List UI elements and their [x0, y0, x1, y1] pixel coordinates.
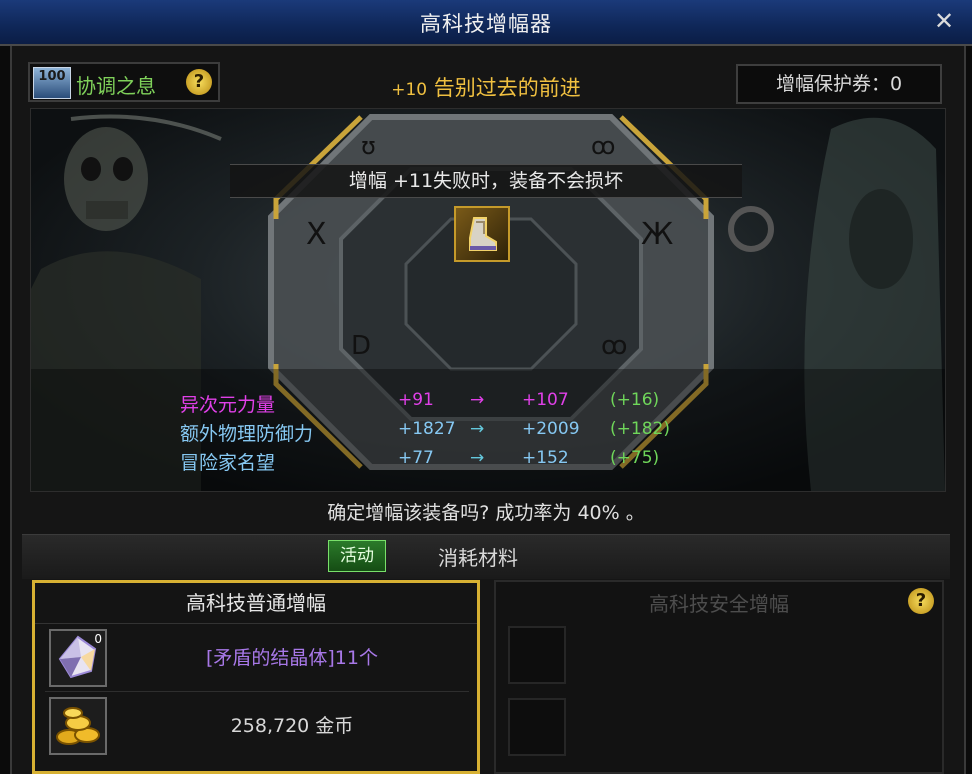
svg-text:ʊ: ʊ — [361, 132, 376, 160]
item-name: 告别过去的前进 — [433, 76, 581, 100]
protection-voucher-count: 增幅保护券：0 — [736, 64, 942, 104]
stat-row-fame: 冒险家名望 +77 → +152 (+75) — [180, 448, 700, 476]
safe-amplify-panel[interactable]: 高科技安全增幅 ? — [494, 580, 944, 774]
normal-amplify-panel[interactable]: 高科技普通增幅 0 [矛盾的结晶体]11个 258,720 金币 — [32, 580, 480, 774]
gold-coins-icon — [49, 697, 107, 755]
stat-from: +77 — [398, 448, 434, 468]
confirm-prompt: 确定增幅该装备吗? 成功率为 40% 。 — [327, 502, 645, 524]
gold-cost: 258,720 金币 — [230, 715, 354, 737]
stat-row-phys-defense: 额外物理防御力 +1827 → +2009 (+182) — [180, 419, 700, 447]
material-row-crystal: 0 [矛盾的结晶体]11个 — [45, 625, 469, 692]
enhance-level: +10 — [391, 80, 428, 100]
material-row-gold: 258,720 金币 — [45, 693, 469, 759]
stat-label: 异次元力量 — [180, 394, 276, 416]
panel-title: 高科技普通增幅 — [35, 583, 477, 624]
crystal-icon: 0 — [49, 629, 107, 687]
svg-text:Ж: Ж — [641, 217, 673, 252]
svg-text:ꝏ: ꝏ — [601, 331, 627, 361]
empty-material-slot — [508, 698, 566, 756]
stat-diff: (+16) — [610, 390, 660, 410]
stat-to: +107 — [522, 390, 569, 410]
svg-text:D: D — [351, 331, 371, 361]
stat-from: +91 — [398, 390, 434, 410]
fail-protection-notice: 增幅 +11失败时，装备不会损坏 — [230, 164, 742, 198]
equipment-slot[interactable] — [454, 206, 510, 262]
arrow-right-icon: → — [470, 390, 485, 410]
stat-diff: (+75) — [610, 448, 660, 468]
stat-label: 冒险家名望 — [180, 452, 276, 474]
material-count: 0 — [94, 632, 102, 646]
tab-event[interactable]: 活动 — [328, 540, 386, 572]
svg-text:ꝏ: ꝏ — [591, 132, 615, 160]
help-icon[interactable]: ? — [908, 588, 934, 614]
stat-diff: (+182) — [610, 419, 670, 439]
gear-icon — [728, 206, 774, 252]
empty-material-slot — [508, 626, 566, 684]
stat-from: +1827 — [398, 419, 456, 439]
arrow-right-icon: → — [470, 448, 485, 468]
title-bar: 高科技增幅器 ✕ — [0, 0, 972, 46]
stat-to: +2009 — [522, 419, 580, 439]
boot-icon — [469, 217, 497, 251]
arrow-right-icon: → — [470, 419, 485, 439]
svg-text:Ⅹ: Ⅹ — [306, 217, 327, 252]
material-requirement: [矛盾的结晶体]11个 — [205, 647, 378, 669]
panel-title: 高科技安全增幅 — [649, 592, 789, 616]
window-title: 高科技增幅器 — [420, 12, 552, 36]
stat-row-dimension: 异次元力量 +91 → +107 (+16) — [180, 390, 700, 418]
stat-label: 额外物理防御力 — [180, 423, 314, 445]
close-icon[interactable]: ✕ — [930, 7, 958, 35]
stat-to: +152 — [522, 448, 569, 468]
tab-materials[interactable]: 消耗材料 — [438, 542, 518, 571]
